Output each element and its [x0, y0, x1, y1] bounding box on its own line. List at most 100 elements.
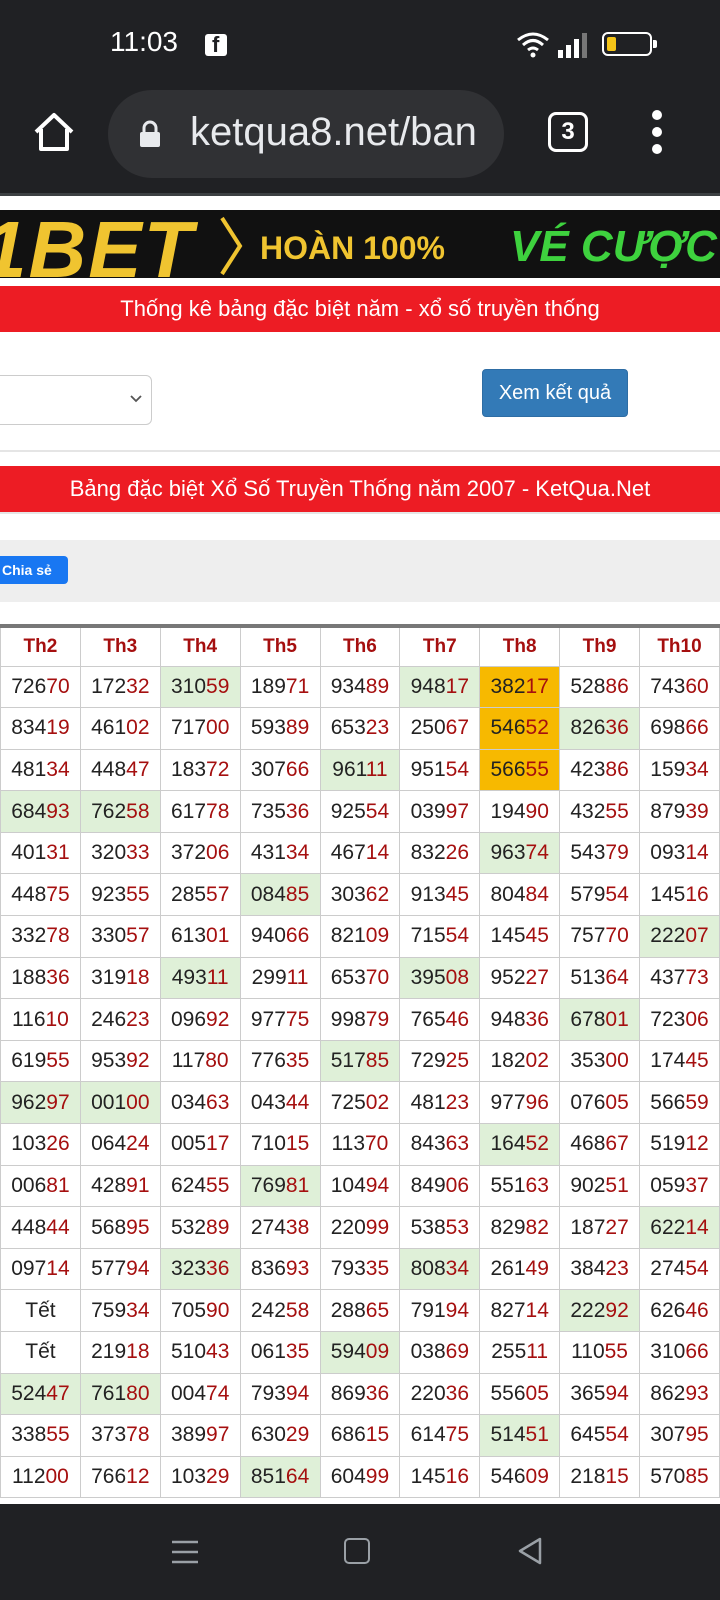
number-head: 431 [250, 841, 286, 865]
number-head: 961 [332, 757, 366, 781]
number-head: 832 [410, 841, 446, 865]
number-tail: 05 [525, 1381, 549, 1405]
number-tail: 89 [365, 674, 390, 698]
number-tail: 18 [126, 1340, 150, 1364]
number-tail: 17 [445, 674, 470, 698]
table-cell: 59409 [319, 1331, 401, 1374]
number-head: 804 [490, 882, 526, 906]
number-head: 821 [330, 924, 366, 948]
table-cell: 57954 [559, 873, 640, 917]
number-head: 952 [490, 965, 526, 989]
table-cell: 11610 [0, 998, 81, 1041]
table-row: 11200 76612 10329 85164 60499 14516 54609 21815… [0, 1455, 720, 1499]
number-tail: 94 [365, 1173, 390, 1197]
number-tail: 12 [126, 1465, 150, 1489]
table-cell: 31059 [159, 665, 241, 709]
number-head: 613 [170, 924, 207, 948]
table-cell: 52447 [0, 1372, 81, 1416]
ad-banner[interactable]: 1BET HOÀN 100% VÉ CƯỢC [0, 206, 720, 278]
number-head: 645 [570, 1423, 606, 1447]
number-head: 110 [571, 1340, 605, 1364]
number-head: 274 [250, 1215, 286, 1239]
table-cell: 62455 [159, 1164, 241, 1208]
number-head: 461 [91, 716, 127, 740]
table-cell: 18372 [159, 748, 241, 792]
number-head: 513 [570, 965, 606, 989]
lock-icon [140, 120, 160, 147]
table-cell: 79194 [399, 1289, 481, 1332]
number-tail: 17 [206, 1132, 230, 1156]
more-menu-icon[interactable] [650, 110, 664, 154]
number-head: 624 [170, 1173, 207, 1197]
number-head: 762 [91, 799, 127, 823]
number-head: 084 [250, 882, 286, 906]
number-head: 862 [650, 1381, 686, 1405]
home-icon[interactable] [30, 108, 78, 156]
number-tail: 16 [445, 1465, 470, 1489]
number-tail: 59 [206, 674, 230, 698]
year-select[interactable] [0, 375, 152, 425]
number-tail: 09 [365, 924, 390, 948]
number-head: 076 [570, 1090, 606, 1114]
number-head: 183 [170, 757, 207, 781]
table-cell: 42386 [559, 748, 640, 792]
table-cell: 05937 [639, 1164, 720, 1208]
table-cell: 95154 [399, 748, 481, 792]
address-bar[interactable]: ketqua8.net/ban [108, 90, 504, 178]
number-tail: 31 [46, 841, 70, 865]
tab-switcher-button[interactable]: 3 [548, 112, 588, 152]
table-cell: 57085 [639, 1455, 720, 1499]
number-head: 320 [91, 841, 127, 865]
number-head: 923 [91, 882, 127, 906]
number-tail: 63 [445, 1132, 470, 1156]
number-tail: 93 [685, 1381, 709, 1405]
number-tail: 32 [126, 674, 150, 698]
number-head: 729 [410, 1049, 446, 1073]
number-head: 172 [91, 674, 127, 698]
view-results-button[interactable]: Xem kết quả [482, 369, 628, 417]
number-tail: 36 [605, 716, 629, 740]
number-tail: 02 [126, 716, 150, 740]
number-head: 061 [250, 1340, 286, 1364]
table-cell: 53853 [399, 1206, 481, 1249]
table-cell: 96111 [319, 748, 401, 792]
number-head: 630 [250, 1423, 286, 1447]
number-tail: 14 [685, 1215, 709, 1239]
number-tail: 92 [605, 1298, 629, 1322]
number-tail: 06 [445, 1173, 470, 1197]
wifi-icon [517, 32, 549, 58]
number-head: 250 [410, 716, 446, 740]
back-icon[interactable] [516, 1536, 544, 1566]
table-cell: 91345 [399, 873, 481, 917]
number-tail: 54 [685, 1257, 709, 1281]
number-tail: 34 [285, 841, 310, 865]
number-head: 568 [91, 1215, 127, 1239]
number-tail: 29 [285, 1423, 310, 1447]
nav-home-icon[interactable] [344, 1538, 370, 1564]
number-tail: 01 [206, 924, 230, 948]
number-tail: 96 [525, 1090, 549, 1114]
number-head: 255 [491, 1340, 527, 1364]
recent-apps-icon[interactable] [170, 1538, 200, 1566]
number-tail: 02 [525, 1049, 549, 1073]
table-cell: 14516 [639, 873, 720, 917]
number-head: 365 [570, 1381, 606, 1405]
number-tail: 99 [365, 1215, 390, 1239]
table-cell: 18836 [0, 956, 81, 1000]
number-head: 389 [170, 1423, 207, 1447]
table-cell: 57794 [79, 1247, 161, 1291]
number-tail: 00 [126, 1090, 150, 1114]
number-tail: 35 [365, 1257, 390, 1281]
table-cell: 18727 [559, 1206, 640, 1249]
table-cell: 76258 [79, 790, 161, 833]
number-head: 766 [91, 1465, 127, 1489]
number-tail: 23 [445, 1090, 470, 1114]
number-head: 274 [650, 1257, 686, 1281]
number-head: 064 [91, 1132, 127, 1156]
number-tail: 64 [285, 1465, 310, 1489]
url-text: ketqua8.net/ban [190, 110, 477, 154]
number-tail: 36 [285, 799, 310, 823]
facebook-share-button[interactable]: Chia sẻ [0, 556, 68, 584]
table-cell: 61778 [159, 790, 241, 833]
number-head: 538 [410, 1215, 446, 1239]
